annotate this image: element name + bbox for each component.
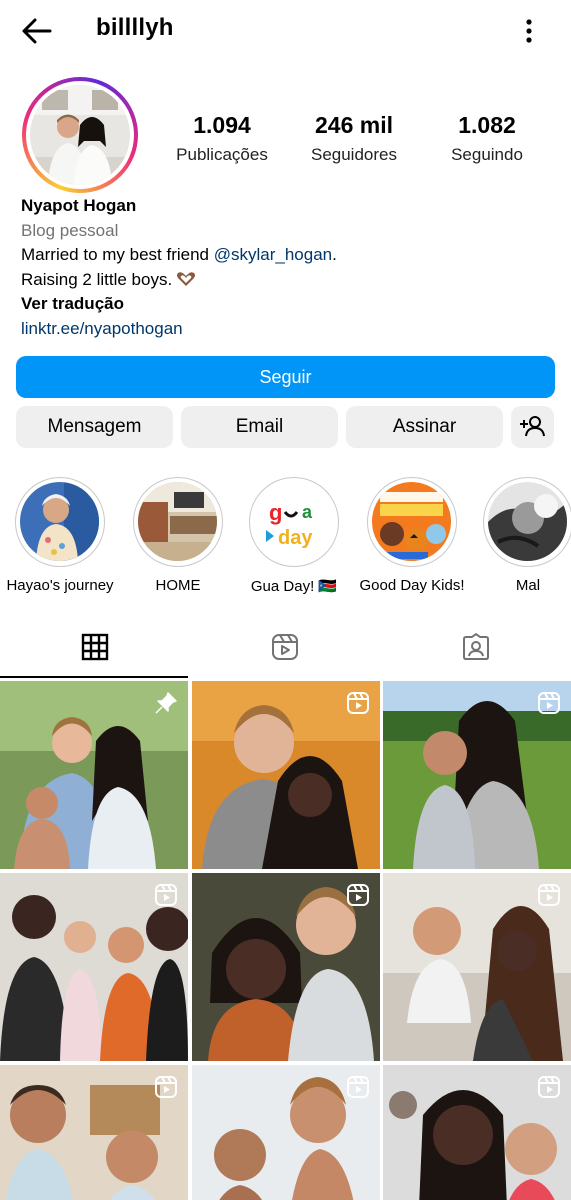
profile-category: Blog pessoal xyxy=(21,220,119,240)
posts-label: Publicações xyxy=(176,145,268,164)
post-tile[interactable] xyxy=(0,873,188,1061)
profile-external-link[interactable]: linktr.ee/nyapothogan xyxy=(21,317,551,342)
profile-name: Nyapot Hogan xyxy=(21,196,137,215)
post-tile[interactable] xyxy=(383,681,571,869)
followers-label: Seguidores xyxy=(310,145,397,164)
reel-icon xyxy=(346,883,370,907)
email-button[interactable]: Email xyxy=(181,406,338,448)
bio-line-1: Married to my best friend @skylar_hogan. xyxy=(21,245,337,265)
stat-posts[interactable]: 1.094 Publicações xyxy=(157,112,287,165)
reel-icon xyxy=(346,691,370,715)
post-tile[interactable] xyxy=(192,681,380,869)
reel-icon xyxy=(154,1075,178,1099)
post-tile[interactable] xyxy=(192,1065,380,1200)
post-tile[interactable] xyxy=(383,873,571,1061)
tab-tagged[interactable] xyxy=(381,620,571,678)
posts-count: 1.094 xyxy=(193,112,251,138)
reel-icon xyxy=(537,691,561,715)
reels-icon xyxy=(272,634,298,660)
highlight-mal[interactable]: Mal xyxy=(463,477,571,594)
followers-count: 246 mil xyxy=(315,112,393,138)
following-count: 1.082 xyxy=(458,112,516,138)
reel-icon xyxy=(154,883,178,907)
svg-text:g: g xyxy=(269,500,282,525)
subscribe-button[interactable]: Assinar xyxy=(346,406,503,448)
grid-icon xyxy=(81,633,109,661)
arrow-left-icon[interactable] xyxy=(20,14,54,48)
top-bar: billllyh xyxy=(0,0,571,60)
highlight-cover xyxy=(488,482,567,561)
highlight-cover: g a day xyxy=(254,482,333,561)
highlight-label: Mal xyxy=(515,577,541,594)
highlight-good-day-kids[interactable]: Good Day Kids! xyxy=(347,477,477,594)
stat-following[interactable]: 1.082 Seguindo xyxy=(422,112,552,165)
profile-username: billllyh xyxy=(96,14,174,41)
tab-posts-grid[interactable] xyxy=(0,620,190,678)
see-translation-link[interactable]: Ver tradução xyxy=(21,292,551,317)
profile-bio: Nyapot Hogan Blog pessoal Married to my … xyxy=(21,194,551,342)
reel-icon xyxy=(537,1075,561,1099)
svg-text:a: a xyxy=(302,502,313,522)
post-tile[interactable] xyxy=(0,1065,188,1200)
highlight-label: HOME xyxy=(155,577,201,594)
tagged-icon xyxy=(463,633,489,660)
post-tile[interactable] xyxy=(0,681,188,869)
highlight-hayaos-journey[interactable]: Hayao's journey xyxy=(0,477,125,594)
avatar-photo xyxy=(30,85,130,185)
active-tab-indicator xyxy=(0,676,188,678)
reel-icon xyxy=(537,883,561,907)
following-label: Seguindo xyxy=(451,145,523,164)
reel-icon xyxy=(346,1075,370,1099)
bio-mention-link[interactable]: @skylar_hogan xyxy=(214,245,332,264)
bio-line-2: Raising 2 little boys. xyxy=(21,268,551,293)
highlight-cover xyxy=(20,482,99,561)
tab-reels[interactable] xyxy=(190,620,380,678)
add-person-icon[interactable] xyxy=(511,406,554,448)
profile-avatar[interactable] xyxy=(22,77,138,193)
message-button[interactable]: Mensagem xyxy=(16,406,173,448)
post-tile[interactable] xyxy=(192,873,380,1061)
svg-text:day: day xyxy=(278,527,313,549)
stat-followers[interactable]: 246 mil Seguidores xyxy=(289,112,419,165)
highlight-label: Gua Day! 🇸🇸 xyxy=(250,578,338,595)
follow-button[interactable]: Seguir xyxy=(16,356,555,398)
highlight-label: Hayao's journey xyxy=(6,577,114,594)
highlight-label: Good Day Kids! xyxy=(359,577,465,594)
highlight-gua-day[interactable]: g a day Gua Day! 🇸🇸 xyxy=(229,477,359,595)
heart-hands-icon xyxy=(176,270,196,286)
highlight-home[interactable]: HOME xyxy=(113,477,243,594)
highlight-cover xyxy=(372,482,451,561)
post-tile[interactable] xyxy=(383,1065,571,1200)
highlight-cover xyxy=(138,482,217,561)
pin-icon xyxy=(154,691,178,715)
more-vertical-icon[interactable] xyxy=(515,14,543,46)
